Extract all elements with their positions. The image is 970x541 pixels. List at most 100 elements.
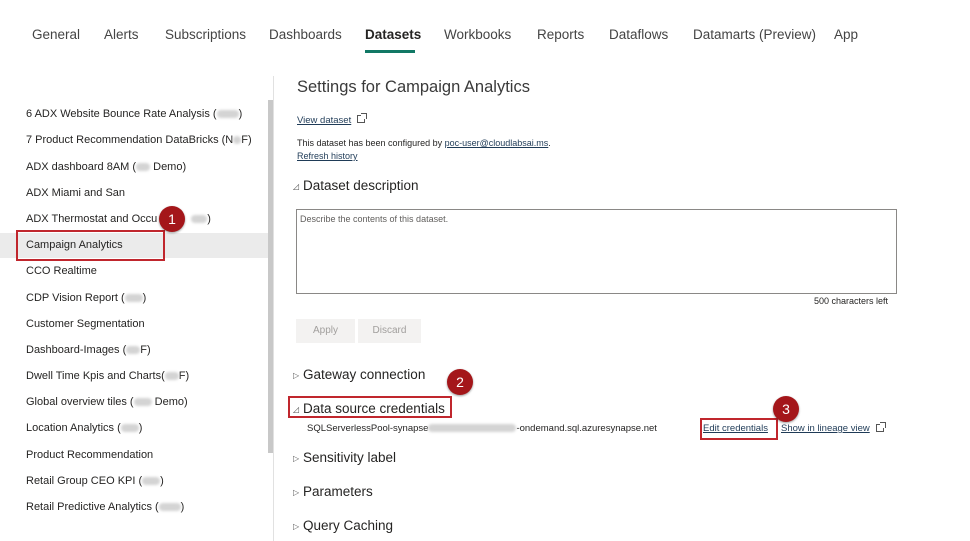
collapsed-caret-icon: ▷ (293, 487, 300, 497)
list-item[interactable]: Dashboard-Images ( F) (26, 344, 151, 356)
list-item-label: Retail Predictive Analytics ( (26, 501, 159, 513)
annotation-box-2 (288, 396, 452, 418)
query-caching-header[interactable]: ▷ Query Caching (293, 518, 393, 533)
parameters-header[interactable]: ▷ Parameters (293, 484, 373, 499)
apply-button[interactable]: Apply (296, 319, 355, 343)
redacted-text (133, 398, 152, 407)
list-item-label: 6 ADX Website Bounce Rate Analysis ( (26, 108, 217, 120)
section-label: Dataset description (303, 178, 419, 193)
annotation-badge-2: 2 (447, 369, 473, 395)
dataset-description-header[interactable]: ◿ Dataset description (293, 178, 419, 193)
list-item[interactable]: ADX Miami and San (26, 187, 125, 199)
list-item-label: Retail Group CEO KPI ( (26, 475, 143, 487)
list-item[interactable]: Product Recommendation (26, 449, 153, 461)
panel-divider (273, 76, 274, 541)
list-item[interactable]: 7 Product Recommendation DataBricks (N F) (26, 134, 252, 146)
list-item-suffix: ) (207, 213, 211, 225)
redacted-text (136, 163, 151, 172)
tab-workbooks[interactable]: Workbooks (444, 27, 511, 42)
description-placeholder: Describe the contents of this dataset. (300, 214, 449, 224)
tab-subscriptions[interactable]: Subscriptions (165, 27, 246, 42)
list-item-label: Global overview tiles ( (26, 396, 134, 408)
annotation-box-1 (16, 230, 165, 261)
annotation-badge-3: 3 (773, 396, 799, 422)
discard-button[interactable]: Discard (358, 319, 421, 343)
list-item[interactable]: Customer Segmentation (26, 318, 145, 330)
redacted-text (124, 294, 143, 303)
tab-dashboards[interactable]: Dashboards (269, 27, 342, 42)
redacted-text (126, 346, 141, 355)
list-item-label: 7 Product Recommendation DataBricks (N (26, 134, 234, 146)
list-item-suffix: Demo) (150, 161, 187, 173)
configured-by-user-link[interactable]: poc-user@cloudlabsai.ms (445, 138, 549, 148)
tab-datamarts[interactable]: Datamarts (Preview) (693, 27, 816, 42)
list-item-label: Dwell Time Kpis and Charts( (26, 370, 165, 382)
list-item-label: CDP Vision Report ( (26, 292, 125, 304)
list-item[interactable]: CCO Realtime (26, 265, 97, 277)
external-link-icon (875, 422, 886, 433)
view-dataset-row: View dataset (297, 110, 368, 128)
list-item[interactable]: CDP Vision Report () (26, 292, 146, 304)
section-label: Gateway connection (303, 367, 426, 382)
view-dataset-link[interactable]: View dataset (297, 115, 351, 126)
redacted-text (158, 503, 181, 512)
dataset-description-input[interactable]: Describe the contents of this dataset. (296, 209, 897, 294)
tab-datasets[interactable]: Datasets (365, 27, 421, 42)
list-item[interactable]: Retail Group CEO KPI () (26, 475, 164, 487)
tab-app[interactable]: App (834, 27, 858, 42)
tab-dataflows[interactable]: Dataflows (609, 27, 668, 42)
data-source-prefix: SQLServerlessPool-synapse (307, 423, 429, 434)
collapsed-caret-icon: ▷ (293, 453, 300, 463)
list-item-suffix: ) (142, 292, 147, 304)
list-item-label: ADX dashboard 8AM ( (26, 161, 137, 173)
list-item-suffix: F) (178, 370, 190, 382)
redacted-text (428, 424, 517, 433)
list-item[interactable]: Global overview tiles ( Demo) (26, 396, 188, 408)
annotation-badge-1: 1 (159, 206, 185, 232)
section-label: Query Caching (303, 518, 394, 533)
refresh-history-link[interactable]: Refresh history (297, 151, 358, 161)
configured-by-label: This dataset has been configured by (297, 138, 445, 148)
list-item-suffix: ) (160, 475, 164, 487)
collapsed-caret-icon: ▷ (293, 370, 300, 380)
list-item-label: ADX Thermostat and Occu (26, 213, 158, 225)
collapsed-caret-icon: ▷ (293, 521, 300, 531)
list-item-suffix: Demo) (151, 396, 188, 408)
redacted-text (191, 215, 208, 224)
configured-by-period: . (548, 138, 551, 148)
tab-alerts[interactable]: Alerts (104, 27, 139, 42)
list-item-suffix: F) (140, 344, 151, 356)
list-item[interactable]: Retail Predictive Analytics () (26, 501, 184, 513)
data-source-name: SQLServerlessPool-synapse -ondemand.sql.a… (307, 423, 657, 434)
section-label: Sensitivity label (303, 450, 397, 465)
list-item[interactable]: Location Analytics () (26, 422, 142, 434)
tab-reports[interactable]: Reports (537, 27, 584, 42)
list-item-label: Location Analytics ( (26, 422, 121, 434)
tab-general[interactable]: General (32, 27, 80, 42)
active-tab-indicator (365, 50, 415, 53)
characters-left-count: 500 characters left (814, 296, 889, 306)
redacted-text (142, 477, 161, 486)
settings-tab-bar: General Alerts Subscriptions Dashboards … (0, 0, 970, 56)
external-link-icon (357, 112, 368, 123)
expanded-caret-icon: ◿ (293, 181, 300, 191)
redacted-text (120, 424, 139, 433)
list-item-suffix: F) (241, 134, 252, 146)
list-item-suffix: ) (180, 501, 185, 513)
list-item-label: Dashboard-Images ( (26, 344, 127, 356)
lineage-view-row: Show in lineage view (781, 422, 886, 434)
list-item[interactable]: Dwell Time Kpis and Charts( F) (26, 370, 189, 382)
configured-by-text: This dataset has been configured by poc-… (297, 138, 551, 148)
list-item[interactable]: 6 ADX Website Bounce Rate Analysis () (26, 108, 242, 120)
page-title: Settings for Campaign Analytics (297, 78, 530, 96)
data-source-suffix: -ondemand.sql.azuresynapse.net (516, 423, 657, 434)
redacted-text (164, 372, 179, 381)
gateway-connection-header[interactable]: ▷ Gateway connection (293, 367, 425, 382)
annotation-box-3 (700, 418, 778, 440)
list-item[interactable]: ADX dashboard 8AM ( Demo) (26, 161, 186, 173)
section-label: Parameters (303, 484, 373, 499)
redacted-text (216, 110, 239, 119)
list-item-suffix: ) (138, 422, 143, 434)
sensitivity-label-header[interactable]: ▷ Sensitivity label (293, 450, 396, 465)
show-lineage-link[interactable]: Show in lineage view (781, 423, 870, 434)
